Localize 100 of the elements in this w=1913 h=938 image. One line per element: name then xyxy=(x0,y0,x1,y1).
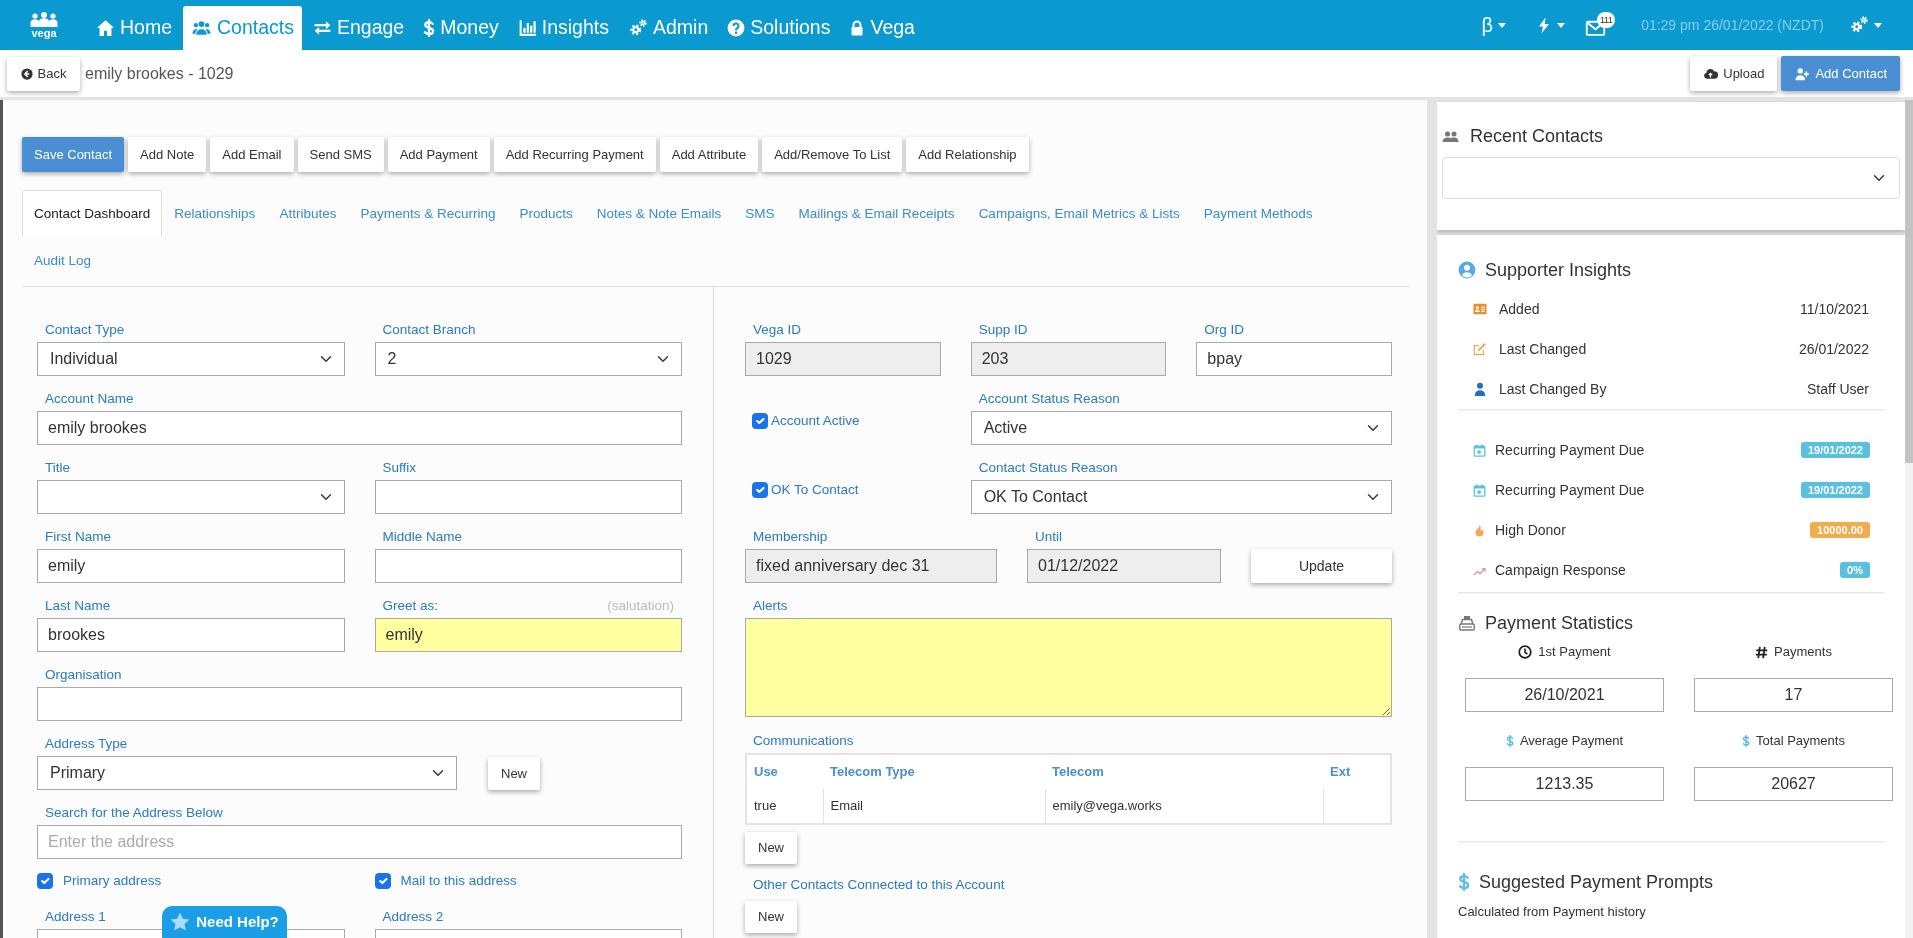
tab[interactable]: Payment Methods xyxy=(1191,190,1325,237)
tab[interactable]: Notes & Note Emails xyxy=(584,190,734,237)
field-label: Contact Type xyxy=(45,320,125,339)
notification-badge: 111 xyxy=(1597,12,1616,28)
text-area-field[interactable] xyxy=(745,618,1392,717)
tab[interactable]: SMS xyxy=(733,190,787,237)
field-label: Other Contacts Connected to this Account xyxy=(753,875,1005,894)
tab[interactable]: Products xyxy=(507,190,585,237)
toolbar-button[interactable]: Add Note xyxy=(128,137,207,172)
insight-value: 26/01/2022 xyxy=(1798,339,1869,359)
tab[interactable]: Attributes xyxy=(267,190,349,237)
text-field[interactable]: fixed anniversary dec 31 xyxy=(745,549,997,583)
text-field[interactable]: bpay xyxy=(1196,342,1392,376)
scrollbar[interactable] xyxy=(1905,100,1913,938)
field-label: Contact Branch xyxy=(382,320,476,339)
insight-badge: 0% xyxy=(1840,562,1870,578)
tab[interactable]: Payments & Recurring xyxy=(348,190,508,237)
checkbox-label: Mail to this address xyxy=(400,871,517,890)
stat-label: 1st Payment xyxy=(1538,643,1611,662)
field-label: Supp ID xyxy=(978,320,1028,339)
settings-menu-button[interactable] xyxy=(1849,16,1882,34)
toolbar-button[interactable]: Add Email xyxy=(210,137,294,172)
text-field[interactable] xyxy=(37,687,682,721)
select-field[interactable]: OK To Contact xyxy=(970,480,1392,514)
select-field[interactable]: Primary xyxy=(37,756,457,790)
field-label: Middle Name xyxy=(382,527,463,546)
insight-label: Last Changed By xyxy=(1499,379,1607,399)
text-field[interactable] xyxy=(374,480,682,514)
back-button[interactable]: Back xyxy=(7,56,80,91)
field-label: Until xyxy=(1035,527,1062,546)
toolbar-button[interactable]: Add/Remove To List xyxy=(762,137,903,172)
column-header: Telecom xyxy=(1045,754,1323,789)
column-header: Ext xyxy=(1323,754,1391,789)
checkbox[interactable] xyxy=(752,482,768,498)
field-label: Suffix xyxy=(382,458,417,477)
field-label: Address Type xyxy=(45,734,128,753)
action-button[interactable]: Upload xyxy=(1690,56,1778,91)
select-field[interactable]: 2 xyxy=(374,342,682,376)
field-label: Last Name xyxy=(45,596,111,615)
field-label: Greet as: xyxy=(382,596,439,615)
new-button[interactable]: New xyxy=(488,757,540,790)
text-field[interactable]: emily xyxy=(37,549,345,583)
edit-icon xyxy=(1472,342,1488,356)
toolbar-button[interactable]: Add Attribute xyxy=(659,137,759,172)
tab[interactable]: Campaigns, Email Metrics & Lists xyxy=(966,190,1192,237)
text-field[interactable]: 1029 xyxy=(745,342,941,376)
text-field[interactable]: emily xyxy=(374,618,682,652)
tab[interactable]: Contact Dashboard xyxy=(22,190,163,237)
stat-value: 20627 xyxy=(1694,767,1893,801)
insight-label: Added xyxy=(1499,299,1540,319)
text-field[interactable]: brookes xyxy=(37,618,345,652)
tab[interactable]: Relationships xyxy=(162,190,268,237)
insight-badge: 10000.00 xyxy=(1810,522,1870,538)
insight-value: 11/10/2021 xyxy=(1799,299,1869,319)
text-field[interactable]: Enter the address xyxy=(37,825,682,859)
select-field[interactable]: Active xyxy=(970,411,1392,445)
field-label: Address 1 xyxy=(45,907,106,926)
insight-label: Campaign Response xyxy=(1495,560,1626,580)
card-title: Suggested Payment Prompts xyxy=(1479,870,1714,894)
insight-label: Recurring Payment Due xyxy=(1495,440,1645,460)
lightning-menu-button[interactable] xyxy=(1536,16,1566,34)
toolbar-button[interactable]: Add Recurring Payment xyxy=(493,137,656,172)
scrollbar-thumb[interactable] xyxy=(1905,100,1913,463)
dollar-icon xyxy=(1742,735,1751,747)
text-field[interactable]: 203 xyxy=(970,342,1167,376)
subtitle-text: Calculated from Payment history xyxy=(1458,904,1647,920)
stat-value: 1213.35 xyxy=(1465,767,1664,801)
mail-button[interactable]: 111 xyxy=(1585,12,1616,38)
gears-icon xyxy=(1849,16,1869,34)
toolbar-button[interactable]: Add Payment xyxy=(387,137,490,172)
bar-chart-icon xyxy=(517,19,537,37)
arrows-icon xyxy=(313,19,332,37)
tab[interactable]: Audit Log xyxy=(22,237,104,284)
select-field[interactable]: Individual xyxy=(37,342,345,376)
new-button[interactable]: New xyxy=(745,832,797,864)
caret-icon xyxy=(1498,22,1507,28)
lock-icon xyxy=(849,19,866,37)
table-cell: Email xyxy=(823,789,1045,824)
field-label: Account Name xyxy=(45,389,134,408)
question-icon xyxy=(727,19,746,37)
text-field[interactable]: emily brookes xyxy=(37,411,682,445)
clock-icon xyxy=(1518,645,1533,659)
text-field[interactable]: 01/12/2022 xyxy=(1027,549,1221,583)
select-field[interactable] xyxy=(37,480,345,514)
toolbar-button[interactable]: Add Relationship xyxy=(906,137,1029,172)
cloud-upload-icon xyxy=(1703,66,1719,81)
insight-value: Staff User xyxy=(1807,379,1869,399)
insight-label: Last Changed xyxy=(1499,339,1587,359)
checkbox[interactable] xyxy=(374,873,391,889)
checkbox[interactable] xyxy=(752,413,768,429)
field-label: Org ID xyxy=(1204,320,1245,339)
update-button[interactable]: Update xyxy=(1251,549,1392,583)
checkbox[interactable] xyxy=(37,873,53,889)
text-field[interactable] xyxy=(374,549,682,583)
field-label: Account Status Reason xyxy=(978,389,1120,408)
tab[interactable]: Mailings & Email Receipts xyxy=(786,190,967,237)
toolbar-button[interactable]: Send SMS xyxy=(297,137,384,172)
printer-icon xyxy=(1458,615,1476,631)
stat-label: Average Payment xyxy=(1519,732,1624,751)
new-button[interactable]: New xyxy=(745,901,797,933)
